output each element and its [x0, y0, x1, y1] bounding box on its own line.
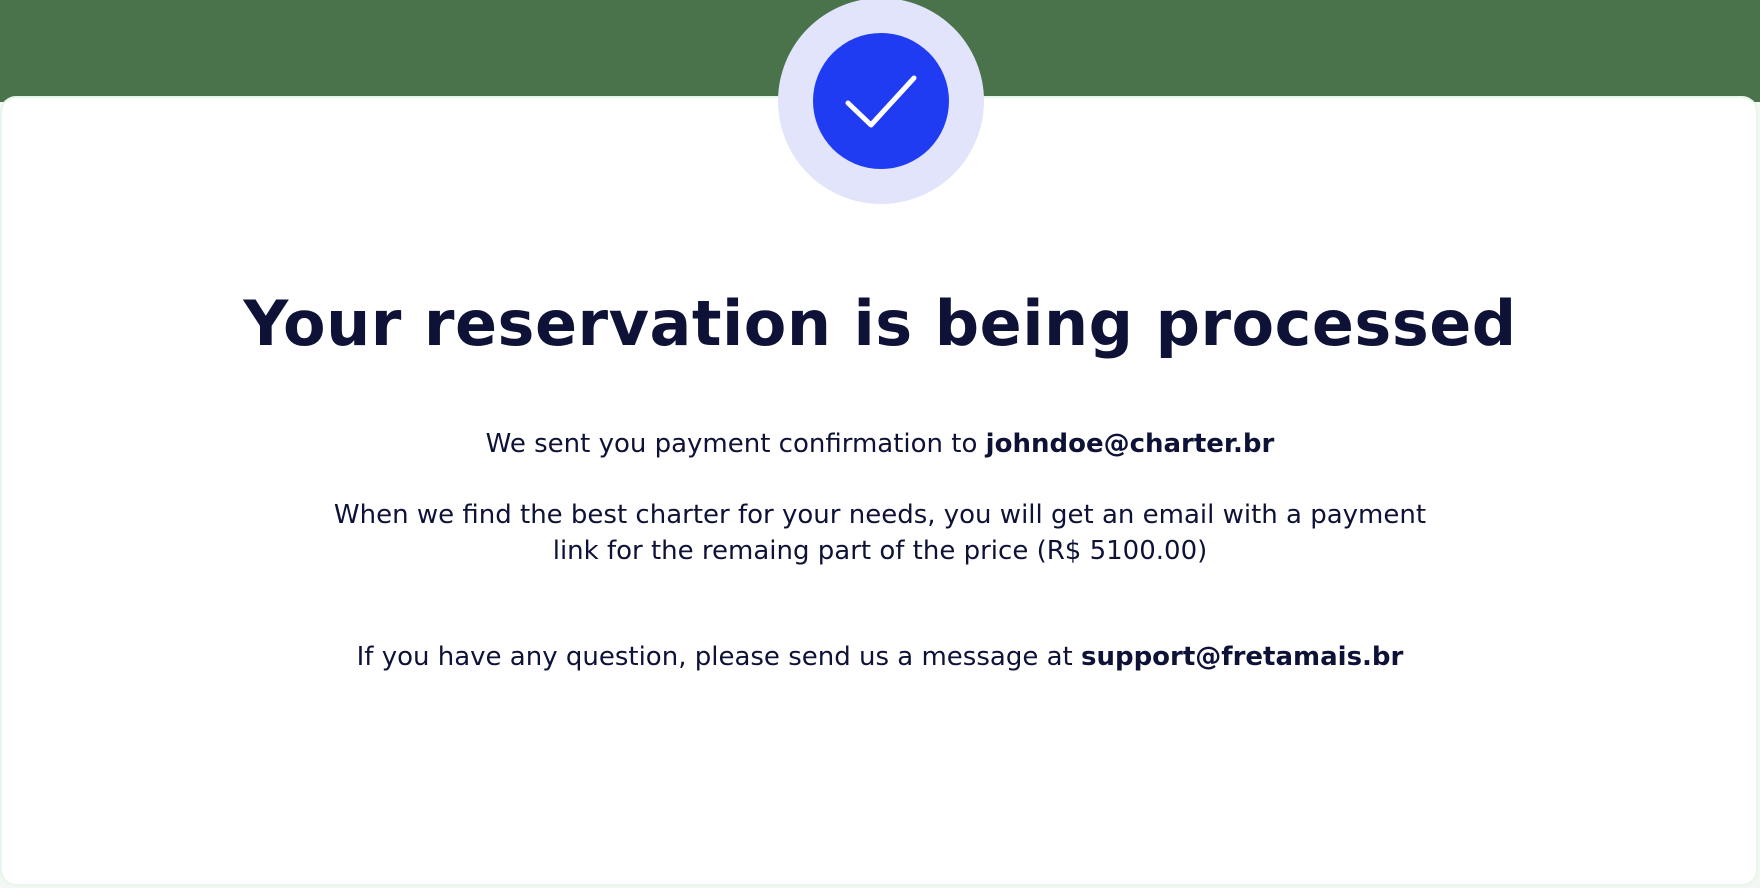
support-message: If you have any question, please send us… — [0, 639, 1760, 675]
customer-email: johndoe@charter.br — [985, 429, 1275, 459]
confirmation-message: We sent you payment confirmation to john… — [0, 426, 1760, 462]
support-email: support@fretamais.br — [1080, 642, 1404, 672]
page-title: Your reservation is being processed — [243, 287, 1517, 360]
confirmation-message-text: We sent you payment confirmation to — [485, 429, 986, 459]
confirmation-card — [2, 98, 1756, 884]
payment-info-line-2: link for the remaing part of the price (… — [552, 536, 1208, 566]
status-badge — [778, 0, 984, 204]
checkmark-icon — [845, 75, 917, 128]
status-circle — [813, 33, 949, 169]
payment-info-line-1: When we find the best charter for your n… — [333, 500, 1427, 530]
support-message-text: If you have any question, please send us… — [356, 642, 1081, 672]
